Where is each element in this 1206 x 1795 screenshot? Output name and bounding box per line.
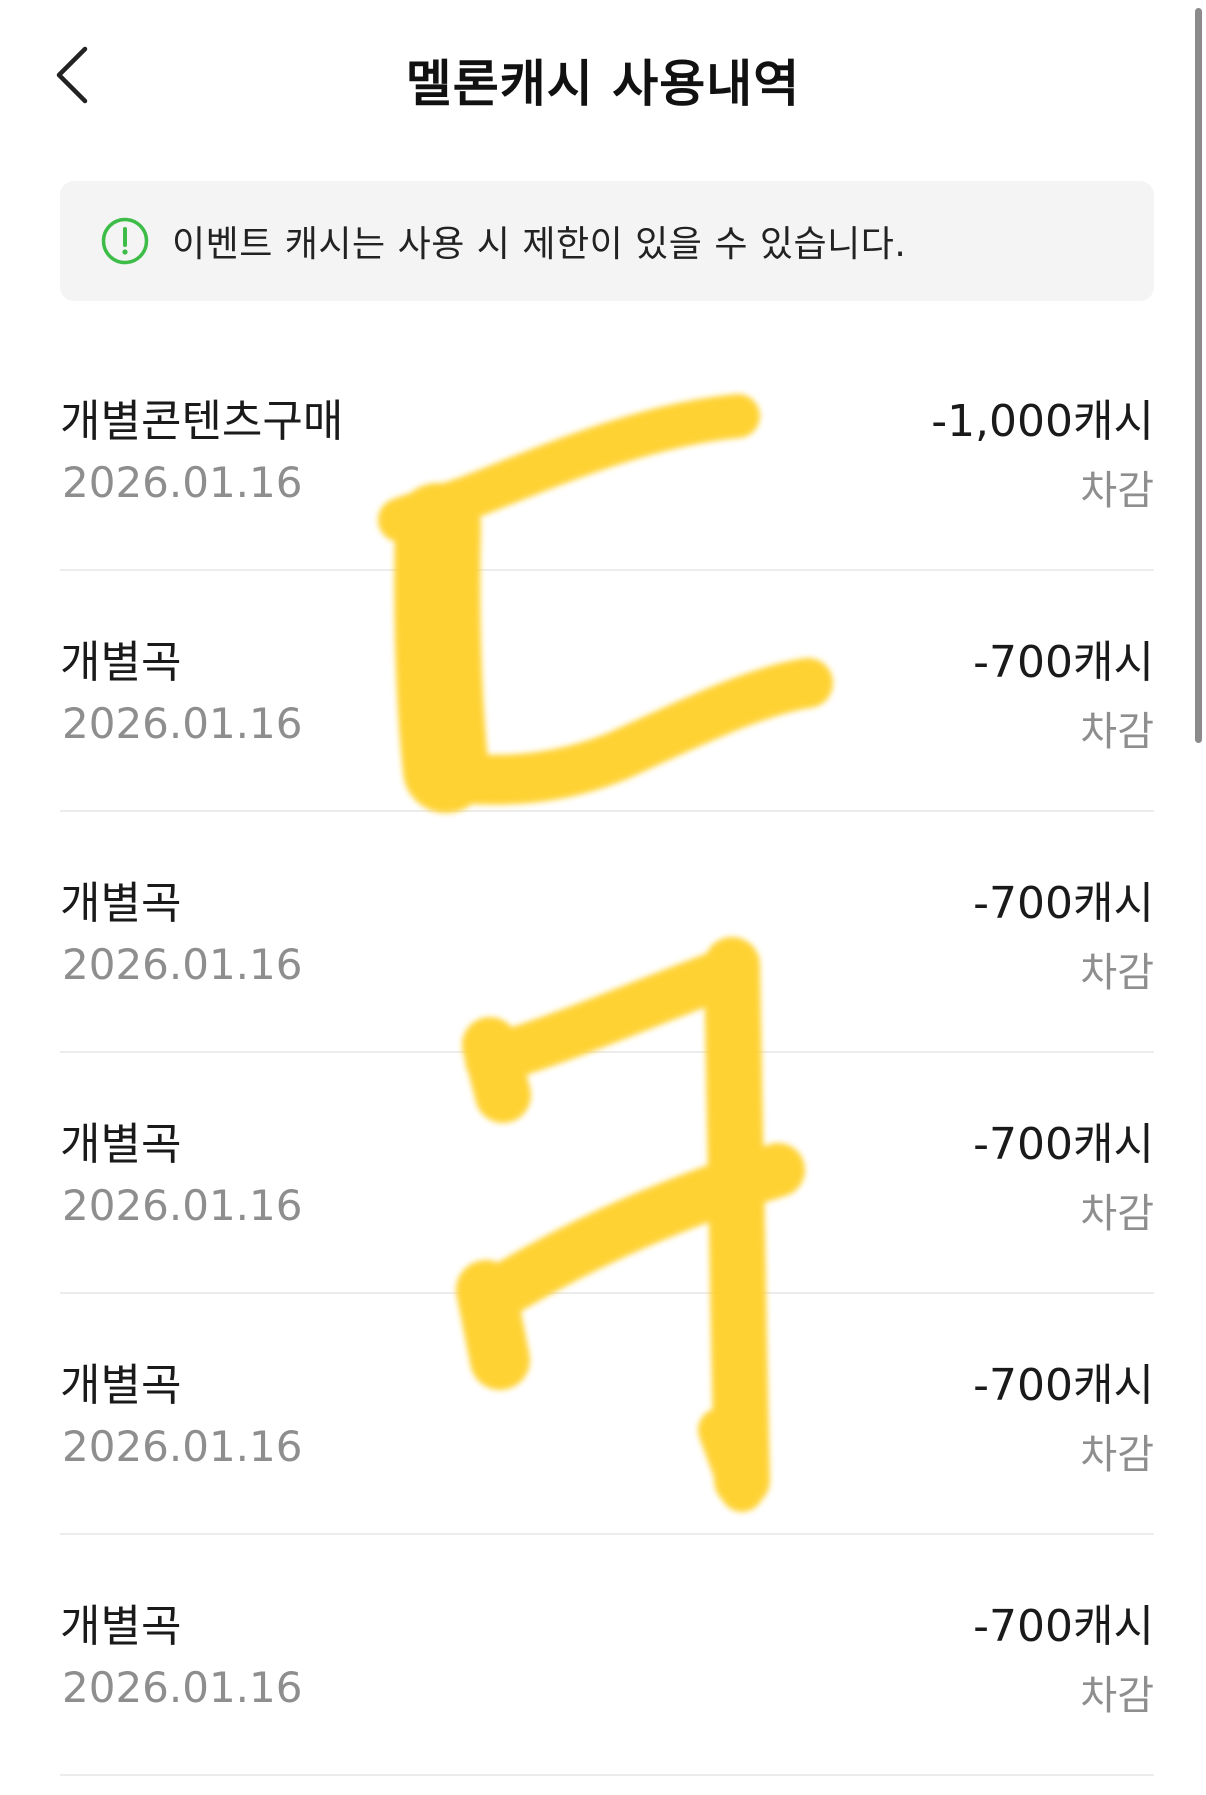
item-amount: -700캐시 [973, 1360, 1154, 1411]
item-amount: -700캐시 [973, 1119, 1154, 1170]
list-item[interactable]: 개별곡 2026.01.16 -700캐시 차감 [60, 1535, 1154, 1776]
item-date: 2026.01.16 [62, 1663, 303, 1712]
item-status: 차감 [1080, 709, 1154, 755]
item-status: 차감 [1080, 1432, 1154, 1478]
item-date: 2026.01.16 [62, 1181, 303, 1230]
page-title: 멜론캐시 사용내역 [405, 55, 801, 113]
item-amount: -700캐시 [973, 637, 1154, 688]
item-title: 개별곡 [60, 1360, 182, 1411]
item-amount: -1,000캐시 [931, 396, 1154, 447]
notice-text: 이벤트 캐시는 사용 시 제한이 있을 수 있습니다. [172, 224, 907, 265]
app-header: 멜론캐시 사용내역 [0, 0, 1206, 168]
list-item[interactable]: 개별곡 2026.01.16 -700캐시 차감 [60, 571, 1154, 812]
list-item[interactable]: 개별곡 2026.01.16 -700캐시 차감 [60, 1294, 1154, 1535]
item-title: 개별곡 [60, 637, 182, 688]
scrollbar-thumb[interactable] [1195, 8, 1202, 743]
alert-circle-icon [100, 216, 150, 266]
item-date: 2026.01.16 [62, 1422, 303, 1471]
item-date: 2026.01.16 [62, 940, 303, 989]
item-date: 2026.01.16 [62, 699, 303, 748]
scrollbar[interactable] [1192, 0, 1206, 1795]
item-amount: -700캐시 [973, 878, 1154, 929]
list-item[interactable]: 개별콘텐츠구매 2026.01.16 -1,000캐시 차감 [60, 330, 1154, 571]
item-title: 개별곡 [60, 1119, 182, 1170]
item-status: 차감 [1080, 1673, 1154, 1719]
list-item[interactable]: 개별곡 2026.01.16 -700캐시 차감 [60, 1053, 1154, 1294]
notice-banner: 이벤트 캐시는 사용 시 제한이 있을 수 있습니다. [60, 181, 1154, 301]
cash-history-list: 개별콘텐츠구매 2026.01.16 -1,000캐시 차감 개별곡 2026.… [60, 330, 1154, 1776]
item-title: 개별곡 [60, 1601, 182, 1652]
item-status: 차감 [1080, 468, 1154, 514]
item-date: 2026.01.16 [62, 458, 303, 507]
item-status: 차감 [1080, 1191, 1154, 1237]
item-status: 차감 [1080, 950, 1154, 996]
list-item[interactable]: 개별곡 2026.01.16 -700캐시 차감 [60, 812, 1154, 1053]
item-amount: -700캐시 [973, 1601, 1154, 1652]
item-title: 개별곡 [60, 878, 182, 929]
item-title: 개별콘텐츠구매 [60, 396, 344, 447]
